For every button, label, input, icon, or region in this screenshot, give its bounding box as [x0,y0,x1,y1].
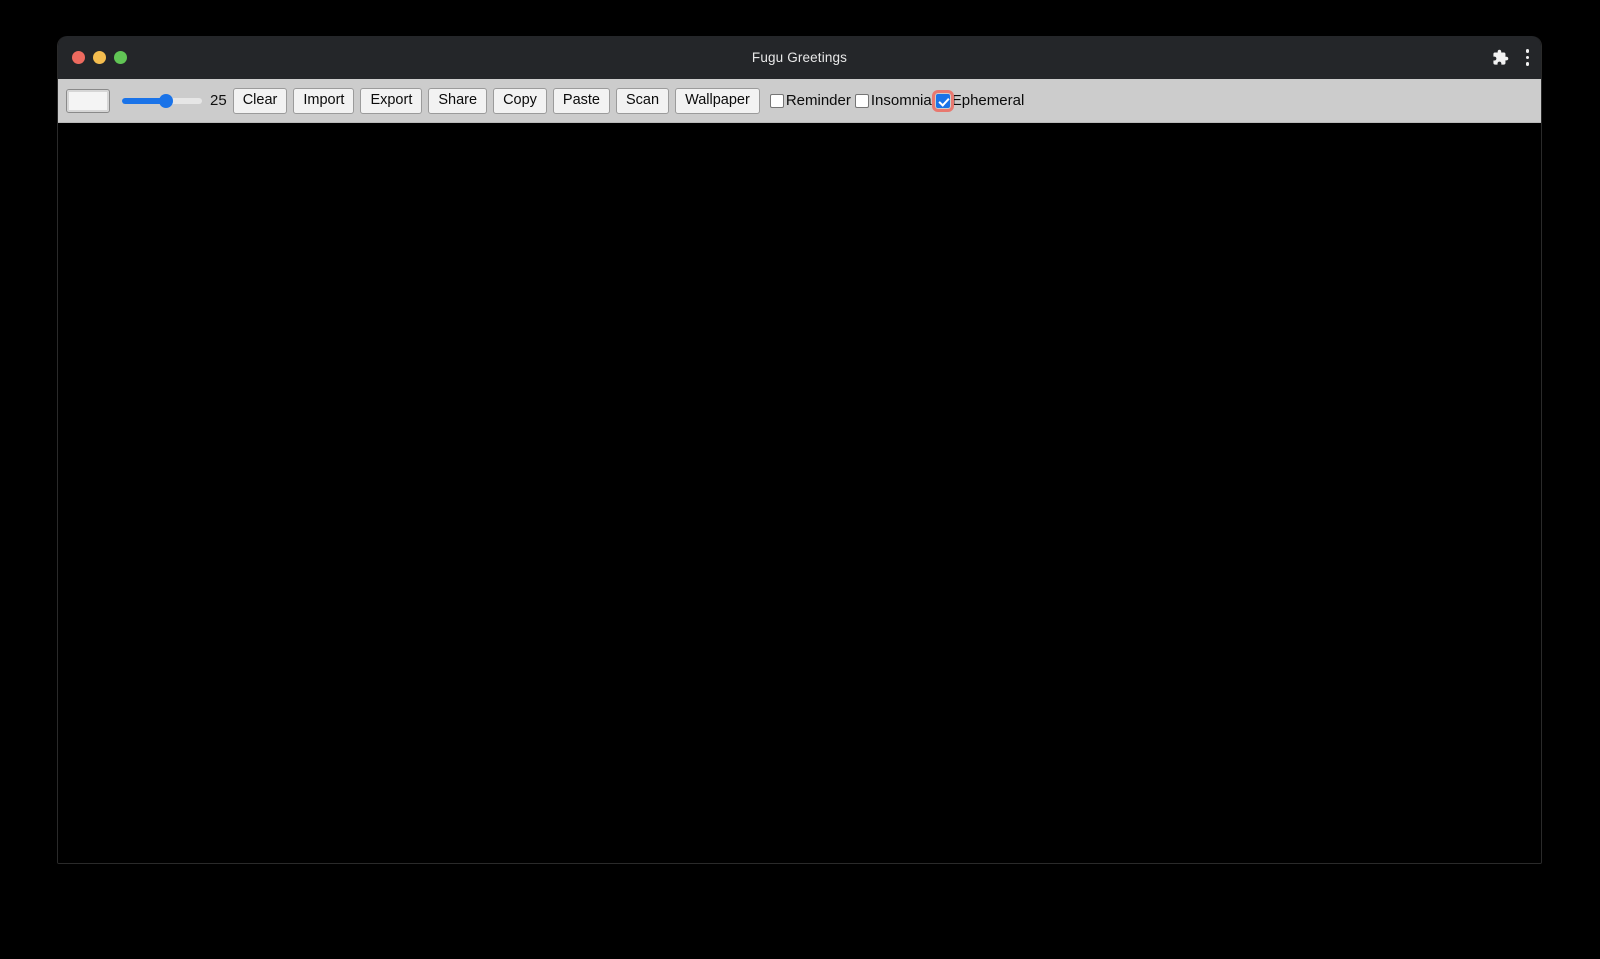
close-window-button[interactable] [72,51,85,64]
minimize-window-button[interactable] [93,51,106,64]
menu-dot [1525,62,1529,66]
titlebar-actions [1490,36,1529,79]
menu-icon[interactable] [1525,47,1529,69]
reminder-checkbox-label: Reminder [785,91,851,109]
window-titlebar: Fugu Greetings [58,36,1541,79]
color-picker-input[interactable] [66,88,110,113]
thickness-value-label: 25 [210,92,227,109]
ephemeral-checkbox-wrapper[interactable]: Ephemeral [931,89,1029,112]
extensions-icon[interactable] [1490,47,1512,69]
maximize-window-button[interactable] [114,51,127,64]
ephemeral-checkbox-label: Ephemeral [951,91,1025,109]
share-button[interactable]: Share [428,87,488,114]
paste-button[interactable]: Paste [552,87,611,114]
toolbar-checkbox-group: Reminder Insomnia Ephemeral [769,89,1029,112]
slider-thumb[interactable] [159,93,173,108]
copy-button[interactable]: Copy [493,87,547,114]
wallpaper-button[interactable]: Wallpaper [675,87,760,114]
menu-dot [1525,49,1529,53]
insomnia-checkbox[interactable] [854,93,869,108]
insomnia-checkbox-label: Insomnia [870,91,932,109]
import-button[interactable]: Import [293,87,355,114]
reminder-checkbox-wrapper[interactable]: Reminder [769,91,855,110]
desktop-background: Fugu Greetings 25 Clear Import Export Sh… [0,0,1600,959]
drawing-canvas[interactable] [58,123,1541,863]
app-toolbar: 25 Clear Import Export Share Copy Paste … [58,79,1541,123]
ephemeral-checkbox[interactable] [931,89,954,112]
browser-window: Fugu Greetings 25 Clear Import Export Sh… [57,36,1542,864]
insomnia-checkbox-wrapper[interactable]: Insomnia [854,91,936,110]
reminder-checkbox[interactable] [769,93,784,108]
clear-button[interactable]: Clear [232,87,288,114]
scan-button[interactable]: Scan [616,87,670,114]
window-title: Fugu Greetings [751,50,848,65]
export-button[interactable]: Export [360,87,423,114]
menu-dot [1525,55,1529,60]
thickness-slider[interactable] [122,91,202,111]
traffic-light-controls [58,51,127,64]
